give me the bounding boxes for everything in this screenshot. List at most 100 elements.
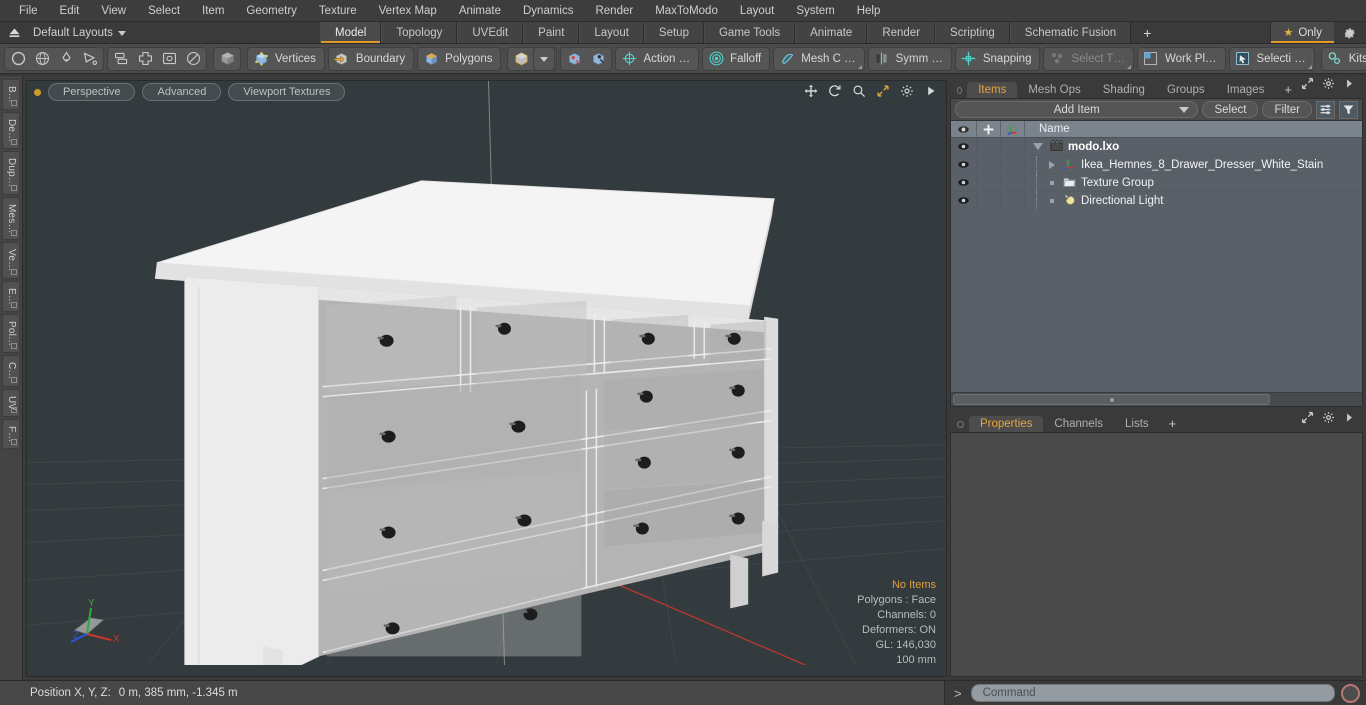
menu-item-select[interactable]: Select bbox=[137, 1, 191, 21]
selection-mode-polygons[interactable]: Polygons bbox=[417, 46, 502, 71]
tab-paint[interactable]: Paint bbox=[523, 22, 580, 43]
vtab-basic[interactable]: B… bbox=[2, 79, 20, 111]
row-axis-cell[interactable] bbox=[1001, 191, 1025, 210]
row-visibility-toggle[interactable] bbox=[951, 137, 977, 156]
mirror-icon[interactable] bbox=[109, 48, 133, 70]
mesh-constraint-button[interactable]: Mesh C … bbox=[773, 46, 865, 71]
layout-selector[interactable]: Default Layouts bbox=[24, 27, 126, 39]
play-icon[interactable] bbox=[924, 84, 938, 103]
item-mode-dropdown[interactable] bbox=[533, 46, 556, 71]
zoom-icon[interactable] bbox=[852, 84, 866, 103]
bevel-icon[interactable] bbox=[157, 48, 181, 70]
snap-vertex-icon[interactable] bbox=[562, 48, 586, 70]
table-row[interactable]: Ikea_Hemnes_8_Drawer_Dresser_White_Stain bbox=[951, 155, 1362, 174]
only-button[interactable]: ★ Only bbox=[1270, 22, 1334, 43]
vtab-uv[interactable]: UV bbox=[2, 388, 20, 417]
tab-images[interactable]: Images bbox=[1216, 82, 1276, 98]
menu-item-dynamics[interactable]: Dynamics bbox=[512, 1, 584, 21]
curve-icon[interactable] bbox=[78, 48, 102, 70]
tab-schematic-fusion[interactable]: Schematic Fusion bbox=[1009, 22, 1132, 43]
tab-layout[interactable]: Layout bbox=[579, 22, 644, 43]
command-input[interactable]: Command bbox=[970, 684, 1335, 702]
row-axis-cell[interactable] bbox=[1001, 137, 1025, 156]
viewport-shading-selector[interactable]: Advanced bbox=[142, 83, 222, 101]
table-row[interactable]: Directional Light bbox=[951, 191, 1362, 210]
vtab-edge[interactable]: E… bbox=[2, 280, 20, 312]
row-visibility-toggle[interactable] bbox=[951, 191, 977, 210]
tree-item-texture-group[interactable]: Texture Group bbox=[1025, 173, 1154, 192]
symmetry-button[interactable]: Symm … bbox=[867, 46, 952, 71]
row-visibility-toggle[interactable] bbox=[951, 173, 977, 192]
menu-item-view[interactable]: View bbox=[90, 1, 137, 21]
select-through-button[interactable]: Select T… bbox=[1043, 46, 1134, 71]
menu-item-vertex-map[interactable]: Vertex Map bbox=[368, 1, 448, 21]
action-center-button[interactable]: Action … bbox=[615, 46, 700, 71]
vtab-duplicate[interactable]: Dup… bbox=[2, 151, 20, 195]
solid-cube-icon[interactable] bbox=[215, 48, 239, 70]
tab-lists[interactable]: Lists bbox=[1114, 416, 1160, 432]
row-lock-cell[interactable] bbox=[977, 155, 1001, 174]
tab-uvedit[interactable]: UVEdit bbox=[457, 22, 524, 43]
menu-item-texture[interactable]: Texture bbox=[308, 1, 368, 21]
gear-icon[interactable] bbox=[1322, 77, 1335, 95]
vtab-curve[interactable]: C… bbox=[2, 354, 20, 387]
add-panel-tab-button[interactable]: + bbox=[1275, 81, 1301, 98]
column-lock[interactable] bbox=[977, 120, 1001, 138]
vtab-vertex[interactable]: Ve… bbox=[2, 242, 20, 279]
funnel-icon[interactable] bbox=[1339, 100, 1358, 119]
row-axis-cell[interactable] bbox=[1001, 155, 1025, 174]
circle-icon[interactable] bbox=[6, 48, 30, 70]
tab-setup[interactable]: Setup bbox=[643, 22, 704, 43]
expand-icon[interactable] bbox=[1301, 411, 1314, 429]
expand-icon[interactable] bbox=[1301, 77, 1314, 95]
viewport-perspective-selector[interactable]: Perspective bbox=[48, 83, 136, 101]
menu-item-layout[interactable]: Layout bbox=[729, 1, 786, 21]
chevron-right-icon[interactable] bbox=[1343, 77, 1356, 95]
column-visibility[interactable] bbox=[951, 120, 977, 138]
pen-icon[interactable] bbox=[54, 48, 78, 70]
menu-item-item[interactable]: Item bbox=[191, 1, 235, 21]
tree-item-directional-light[interactable]: Directional Light bbox=[1025, 191, 1163, 210]
vtab-deform[interactable]: De… bbox=[2, 112, 20, 150]
scrollbar-thumb[interactable] bbox=[953, 394, 1271, 405]
falloff-button[interactable]: Falloff bbox=[702, 46, 771, 71]
select-button[interactable]: Select bbox=[1202, 101, 1259, 118]
selection-mode-boundary[interactable]: Boundary bbox=[327, 46, 415, 71]
column-axis[interactable] bbox=[1001, 120, 1025, 138]
menu-item-render[interactable]: Render bbox=[584, 1, 644, 21]
menu-item-help[interactable]: Help bbox=[846, 1, 892, 21]
fit-icon[interactable] bbox=[876, 84, 890, 103]
tab-scripting[interactable]: Scripting bbox=[935, 22, 1010, 43]
row-axis-cell[interactable] bbox=[1001, 173, 1025, 192]
list-options-icon[interactable] bbox=[1316, 100, 1335, 119]
tree-item-mesh[interactable]: Ikea_Hemnes_8_Drawer_Dresser_White_Stain bbox=[1025, 155, 1323, 174]
row-visibility-toggle[interactable] bbox=[951, 155, 977, 174]
3d-viewport[interactable]: Perspective Advanced Viewport Textures X… bbox=[26, 80, 947, 677]
snap-edge-icon[interactable] bbox=[586, 48, 610, 70]
tab-render[interactable]: Render bbox=[867, 22, 936, 43]
menu-item-edit[interactable]: Edit bbox=[49, 1, 91, 21]
tab-groups[interactable]: Groups bbox=[1156, 82, 1216, 98]
item-cube-icon[interactable] bbox=[509, 48, 533, 70]
tab-mesh-ops[interactable]: Mesh Ops bbox=[1017, 82, 1091, 98]
record-icon[interactable] bbox=[1341, 683, 1360, 703]
kits-button[interactable]: Kits bbox=[1320, 46, 1366, 71]
add-item-button[interactable]: Add Item bbox=[955, 101, 1199, 118]
selection-mode-vertices[interactable]: Vertices bbox=[247, 46, 325, 71]
filter-button[interactable]: Filter bbox=[1262, 101, 1312, 118]
tab-properties[interactable]: Properties bbox=[969, 416, 1044, 432]
vtab-fusion[interactable]: F… bbox=[2, 418, 20, 450]
table-row[interactable]: modo.lxo bbox=[951, 137, 1362, 156]
tab-animate[interactable]: Animate bbox=[795, 22, 868, 43]
radial-icon[interactable] bbox=[181, 48, 205, 70]
snapping-button[interactable]: Snapping bbox=[954, 46, 1041, 71]
menu-item-system[interactable]: System bbox=[785, 1, 845, 21]
center-icon[interactable] bbox=[133, 48, 157, 70]
collapse-up-icon[interactable] bbox=[4, 24, 24, 42]
globe-icon[interactable] bbox=[30, 48, 54, 70]
row-lock-cell[interactable] bbox=[977, 191, 1001, 210]
tab-shading[interactable]: Shading bbox=[1092, 82, 1156, 98]
gear-icon[interactable] bbox=[900, 84, 914, 103]
tab-topology[interactable]: Topology bbox=[381, 22, 458, 43]
items-horizontal-scrollbar[interactable] bbox=[951, 392, 1362, 406]
